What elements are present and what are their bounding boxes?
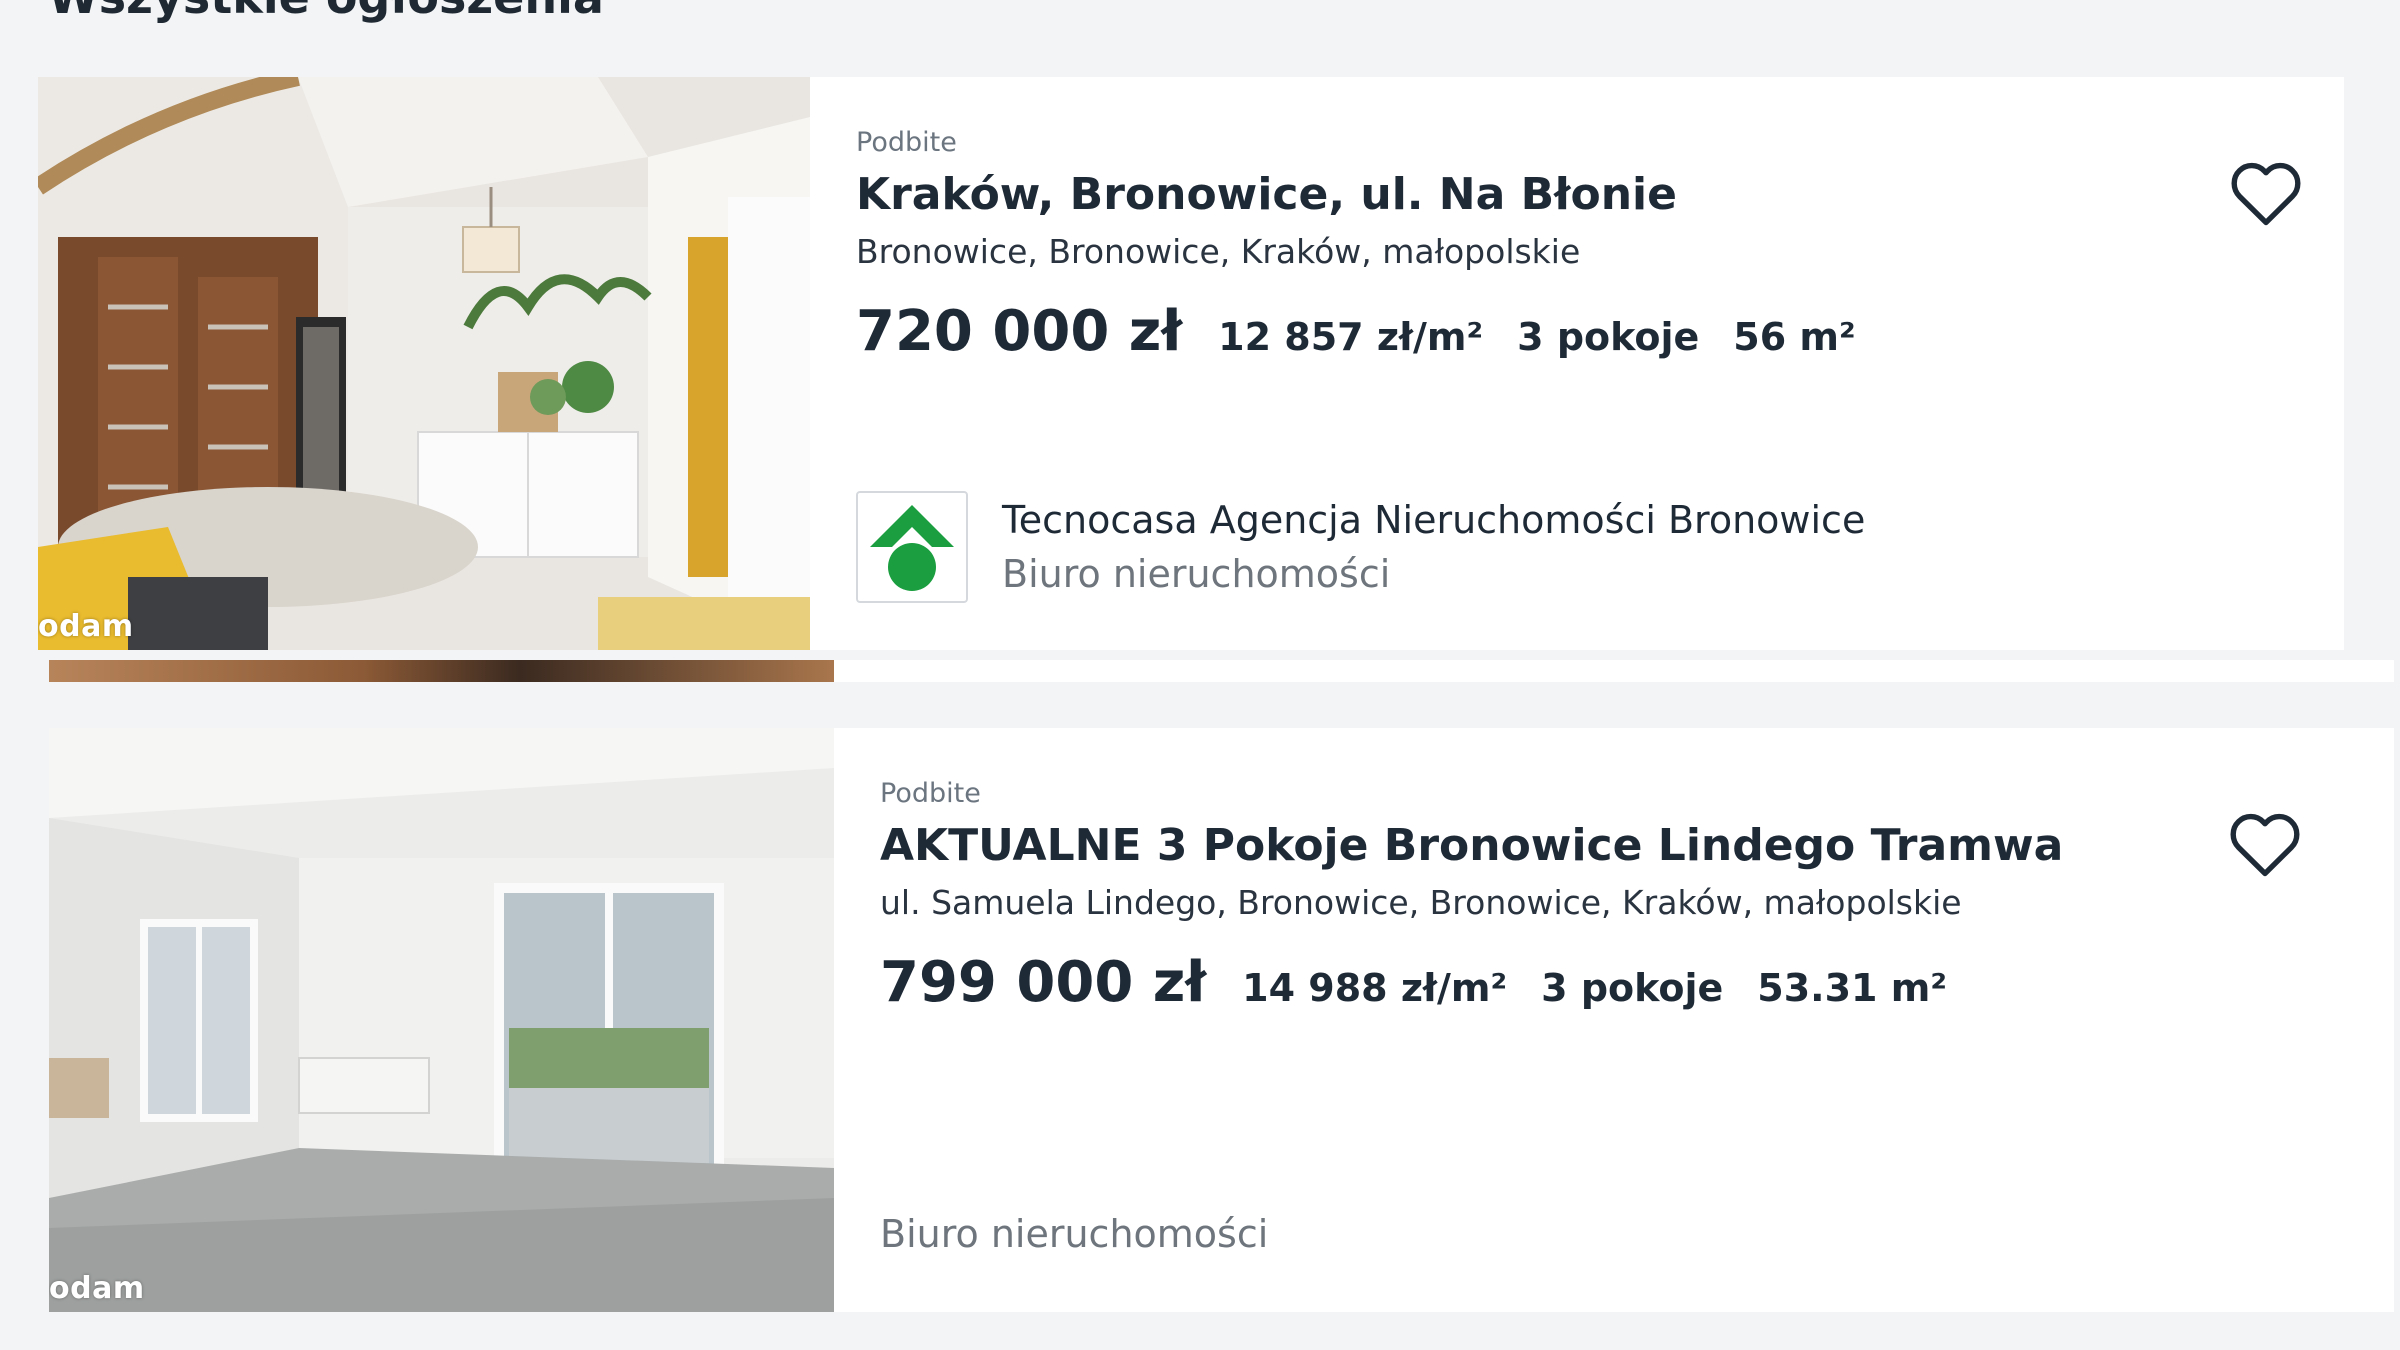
listing-info: Podbite Kraków, Bronowice, ul. Na Błonie… [856,77,2344,650]
listing-address: ul. Samuela Lindego, Bronowice, Bronowic… [880,883,1962,922]
agency-name: Tecnocasa Agencja Nieruchomości Bronowic… [1002,498,1866,542]
agency-logo-icon [870,505,954,591]
listing-photo-partial [49,660,834,682]
agency-type: Biuro nieruchomości [1002,552,1391,596]
agency-text: Tecnocasa Agencja Nieruchomości Bronowic… [1002,493,1865,601]
listings-page: Wszystkie ogłoszenia [0,0,2400,1350]
listing-photo[interactable]: odam [38,77,810,650]
listing-card[interactable]: odam Podbite Kraków, Bronowice, ul. Na B… [38,77,2344,650]
section-heading: Wszystkie ogłoszenia [48,0,604,24]
listing-area: 56 m² [1733,315,1856,359]
photo-watermark: odam [49,1271,145,1306]
apartment-photo-image [38,77,810,650]
listing-title[interactable]: AKTUALNE 3 Pokoje Bronowice Lindego Tram… [880,820,2063,871]
listing-title[interactable]: Kraków, Bronowice, ul. Na Błonie [856,169,1677,220]
listing-area: 53.31 m² [1757,966,1947,1010]
listing-rooms: 3 pokoje [1517,315,1700,359]
listing-photo[interactable]: odam [49,728,834,1312]
listing-card[interactable]: odam Podbite AKTUALNE 3 Pokoje Bronowice… [49,728,2394,1312]
listing-card-partial [49,660,2394,682]
listing-price-per-m2: 14 988 zł/m² [1242,966,1508,1010]
agency-logo [856,491,968,603]
listing-address: Bronowice, Bronowice, Kraków, małopolski… [856,232,1581,271]
agency-type: Biuro nieruchomości [880,1212,1269,1256]
listing-price: 799 000 zł [880,950,1207,1015]
favorite-heart-icon[interactable] [2230,161,2302,227]
listing-price: 720 000 zł [856,299,1183,364]
agency-block[interactable]: Tecnocasa Agencja Nieruchomości Bronowic… [856,491,1865,603]
promoted-badge: Podbite [880,778,981,809]
listing-params: 720 000 zł 12 857 zł/m² 3 pokoje 56 m² [856,299,1890,364]
listing-info: Podbite AKTUALNE 3 Pokoje Bronowice Lind… [880,728,2394,1312]
listing-rooms: 3 pokoje [1541,966,1724,1010]
photo-watermark: odam [38,609,134,644]
promoted-badge: Podbite [856,127,957,158]
apartment-photo-image [49,728,834,1312]
listing-params: 799 000 zł 14 988 zł/m² 3 pokoje 53.31 m… [880,950,1981,1015]
listing-price-per-m2: 12 857 zł/m² [1218,315,1484,359]
favorite-heart-icon[interactable] [2229,812,2301,878]
